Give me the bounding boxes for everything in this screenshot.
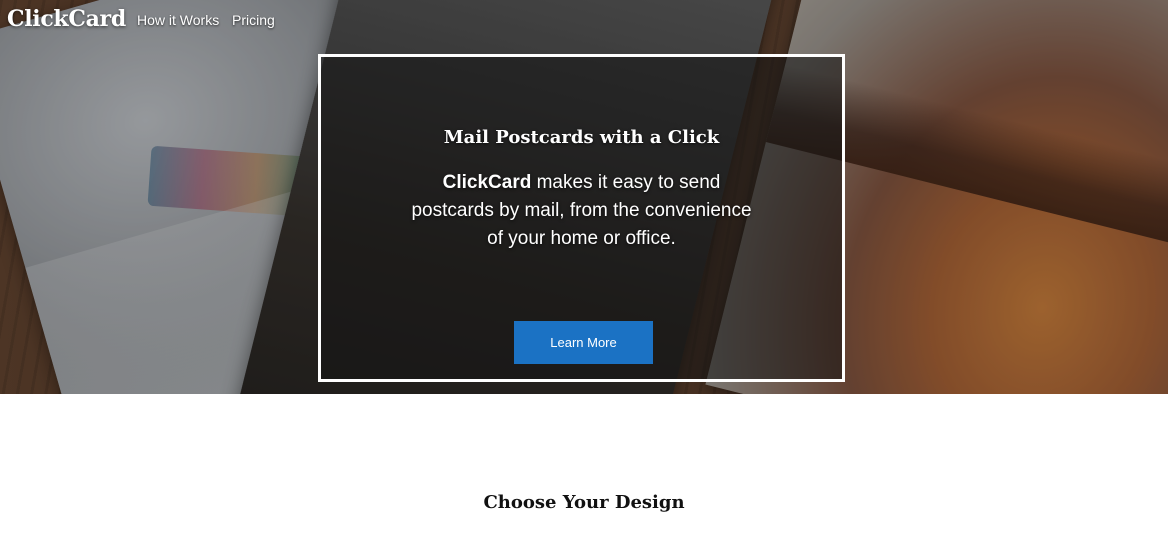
nav-link-how-it-works[interactable]: How it Works [137,12,219,28]
hero-title: Mail Postcards with a Click [443,127,720,148]
hero-callout-box: Mail Postcards with a Click ClickCard ma… [318,54,845,382]
hero-section: ClickCard How it Works Pricing Mail Post… [0,0,1168,394]
brand-logo[interactable]: ClickCard [7,6,126,32]
learn-more-button[interactable]: Learn More [514,321,653,364]
choose-design-heading: Choose Your Design [483,492,685,513]
hero-description: ClickCard makes it easy to send postcard… [401,169,762,253]
hero-description-brand: ClickCard [442,172,532,193]
nav-link-pricing[interactable]: Pricing [232,12,275,28]
top-navbar: ClickCard How it Works Pricing [0,0,1168,42]
